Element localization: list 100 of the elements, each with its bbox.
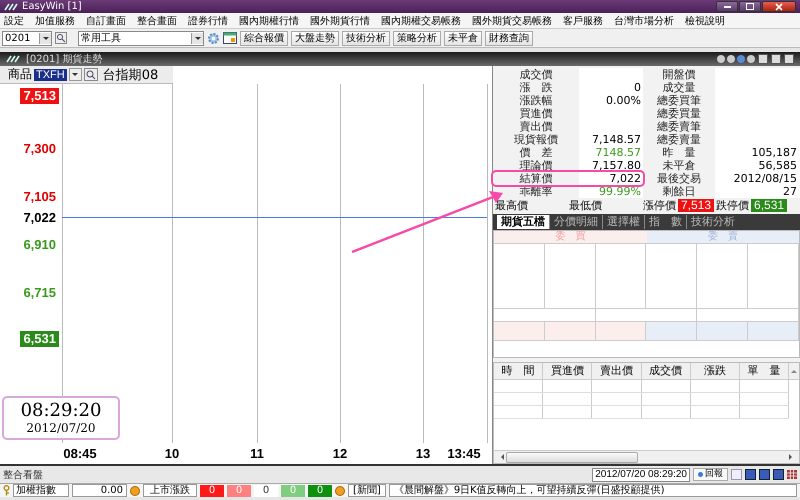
- menu-item[interactable]: 整合畫面: [137, 14, 177, 28]
- index-value: 0.00: [72, 484, 127, 497]
- maximize-button[interactable]: [739, 1, 761, 12]
- tool-set-combo[interactable]: 常用工具: [78, 30, 204, 46]
- column-header: 單 量: [740, 363, 790, 379]
- count-badge: 0: [254, 484, 278, 496]
- count-badge: 0: [227, 484, 251, 496]
- field-label: 開盤價: [662, 68, 696, 81]
- menu-item[interactable]: 證券行情: [188, 14, 228, 28]
- symbol-code-field[interactable]: TXFH: [34, 68, 67, 80]
- datetime-field: 2012/07/20 08:29:20: [592, 468, 690, 482]
- window-title: EasyWin [1]: [22, 1, 82, 12]
- field-label: 總委賣量: [656, 133, 702, 146]
- menu-item[interactable]: 加值服務: [35, 14, 75, 28]
- field-label: 成交價: [518, 68, 554, 81]
- window-icon[interactable]: [223, 32, 237, 44]
- search-icon[interactable]: [84, 68, 98, 81]
- menu-item[interactable]: 台灣市場分析: [614, 14, 674, 28]
- column-header: 時 間: [494, 363, 544, 379]
- field-value: 7,022: [579, 172, 643, 185]
- toolbar-button[interactable]: 財務查詢: [485, 30, 533, 46]
- tab[interactable]: 技術分析: [686, 215, 739, 229]
- dropdown-button[interactable]: [191, 32, 203, 44]
- field-label: 結算價: [518, 172, 554, 185]
- field-value: 0.00%: [579, 94, 643, 107]
- toolbar-button[interactable]: 大盤走勢: [291, 30, 339, 46]
- toolbar-button[interactable]: 未平倉: [444, 30, 482, 46]
- field-label: 昨 量: [662, 146, 696, 159]
- field-label: 漲 跌: [518, 81, 554, 94]
- field-label: 最高價: [494, 199, 529, 212]
- menu-item[interactable]: 國外期貨行情: [310, 14, 370, 28]
- field-label: 總委買量: [656, 107, 702, 120]
- news-tag: [新聞]: [348, 484, 386, 497]
- axis-label: 6,715: [22, 285, 57, 302]
- gear-icon[interactable]: [207, 32, 220, 44]
- clock-time: 08:29:20: [20, 401, 102, 421]
- toolbar-button[interactable]: 策略分析: [393, 30, 441, 46]
- field-value: 56,585: [715, 159, 800, 172]
- search-icon[interactable]: [55, 32, 67, 44]
- menu-item[interactable]: 國內期權行情: [239, 14, 299, 28]
- menu-item[interactable]: 檢視說明: [685, 14, 725, 28]
- axis-label: 10: [164, 446, 180, 461]
- tab[interactable]: 選擇權: [602, 215, 644, 229]
- symbol-name: 台指期08: [102, 66, 158, 84]
- field-label: 賣出價: [518, 120, 554, 133]
- symbol-label: 商品: [8, 66, 32, 83]
- minimize-icon: [724, 6, 730, 8]
- axis-label: 7,105: [22, 188, 57, 205]
- field-label: 最低價: [568, 199, 603, 212]
- menu-item[interactable]: 自訂畫面: [86, 14, 126, 28]
- field-label: 買進價: [518, 107, 554, 120]
- menu-item[interactable]: 國內期權交易帳務: [381, 14, 461, 28]
- field-label: 成交量: [662, 81, 696, 94]
- axis-label: 6,531: [20, 331, 59, 347]
- field-value: 7,148.57: [579, 133, 643, 146]
- dropdown-button[interactable]: [39, 32, 51, 44]
- axis-label: 7,022: [22, 210, 57, 226]
- column-header: 漲跌: [690, 363, 740, 379]
- module-label: 整合看盤: [3, 468, 43, 482]
- key-icon: [3, 485, 10, 496]
- scrollbar-thumb[interactable]: [506, 452, 638, 462]
- breadth-label: 上市漲跌: [143, 484, 197, 497]
- field-value: 0: [579, 81, 643, 94]
- field-label: 最後交易: [656, 172, 702, 185]
- app-logo-icon: [4, 2, 18, 10]
- axis-label: 12: [332, 446, 348, 461]
- field-label: 未平倉: [662, 159, 696, 172]
- grid-icon[interactable]: [787, 470, 797, 479]
- field-label: 價 差: [518, 146, 554, 159]
- clock-date: 2012/07/20: [26, 421, 96, 435]
- menu-item[interactable]: 國外期貨交易帳務: [472, 14, 552, 28]
- menu-item[interactable]: 客戶服務: [563, 14, 603, 28]
- toolbar-button[interactable]: 綜合報價: [240, 30, 288, 46]
- close-icon: [775, 2, 783, 10]
- count-badge: 0: [200, 484, 224, 496]
- ask-header: 委 賣: [646, 231, 799, 243]
- report-button[interactable]: 回報: [693, 468, 728, 481]
- field-label: 剩餘日: [662, 185, 696, 198]
- axis-label: 13: [414, 446, 432, 461]
- app-logo-icon: [6, 55, 20, 63]
- toolbar-button[interactable]: 技術分析: [342, 30, 390, 46]
- tab[interactable]: 指 數: [644, 215, 686, 229]
- field-label: 漲停價: [642, 199, 677, 212]
- dropdown-button[interactable]: [68, 68, 82, 81]
- field-value: 27: [715, 185, 800, 198]
- add-icon[interactable]: [130, 486, 140, 496]
- field-value: 2012/08/15: [715, 172, 800, 185]
- subwindow-title: [0201] 期貨走勢: [26, 52, 102, 66]
- maximize-icon: [746, 3, 754, 10]
- news-headline[interactable]: 《晨間解盤》9日K值反轉向上，可望持續反彈(日盛投顧提供): [388, 484, 797, 497]
- tab[interactable]: 分價明細: [549, 215, 602, 229]
- axis-label: 08:45: [62, 446, 98, 461]
- column-header: 買進價: [543, 363, 592, 379]
- add-icon[interactable]: [335, 486, 345, 496]
- tab[interactable]: 期貨五檔: [497, 215, 549, 229]
- page-code-combo[interactable]: 0201: [2, 30, 52, 46]
- count-badge: 0: [281, 484, 305, 496]
- price-badge: 7,513: [678, 199, 714, 212]
- menu-item[interactable]: 設定: [4, 14, 24, 28]
- axis-label: 7,300: [22, 140, 57, 157]
